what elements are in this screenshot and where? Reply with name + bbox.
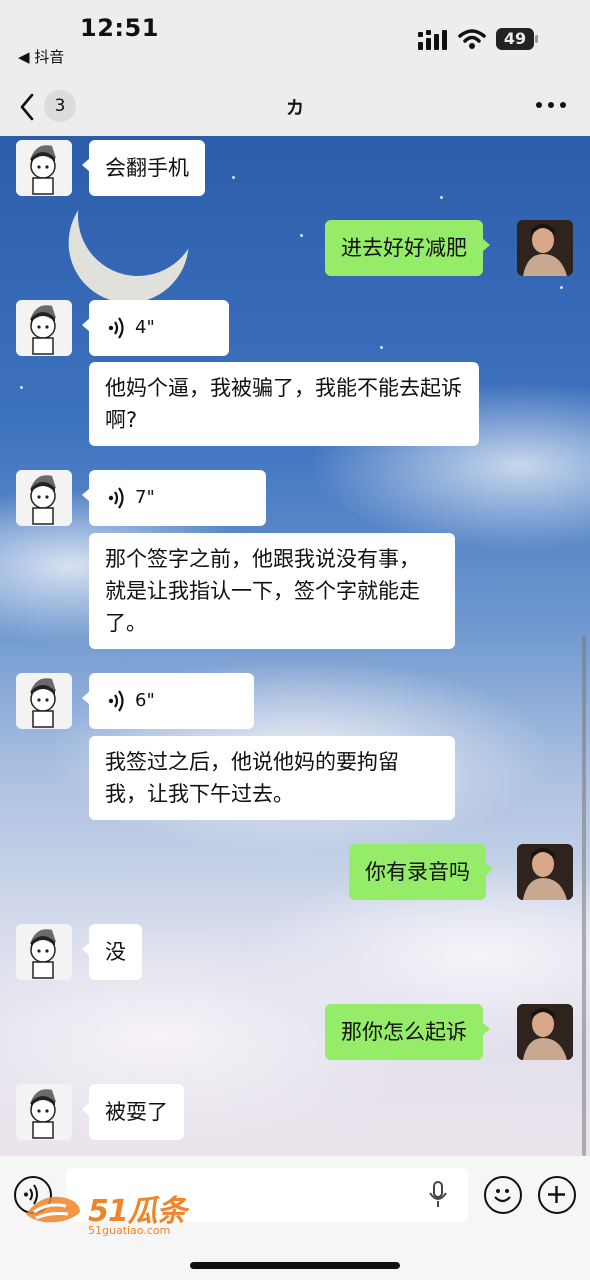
message-text: 他妈个逼，我被骗了，我能不能去起诉啊? (105, 376, 462, 432)
message-text: 那个签字之前，他跟我说没有事，就是让我指认一下，签个字就能走了。 (105, 547, 420, 635)
voice-message-bubble[interactable]: 6" (82, 673, 254, 729)
bubble-tail (482, 1022, 490, 1036)
cartoon-boy-avatar-icon (16, 924, 72, 980)
message-text: 没 (105, 940, 126, 964)
watermark-fish-icon (26, 1196, 80, 1223)
plus-icon (548, 1186, 565, 1203)
contact-avatar[interactable] (16, 300, 72, 356)
watermark-logo: 51瓜条 51guatiao.com (22, 1186, 212, 1240)
message-bubble-mine[interactable]: 进去好好减肥 (325, 220, 490, 276)
bubble-tail (82, 1102, 90, 1116)
bubble-tail (82, 158, 90, 172)
message-bubble[interactable]: 那个签字之前，他跟我说没有事，就是让我指认一下，签个字就能走了。 (89, 533, 455, 649)
message-text: 进去好好减肥 (341, 236, 467, 260)
star-decoration (560, 286, 563, 289)
home-indicator[interactable] (190, 1262, 400, 1269)
bubble-tail (82, 318, 90, 332)
message-bubble[interactable]: 被耍了 (82, 1084, 184, 1140)
star-decoration (380, 346, 383, 349)
contact-avatar[interactable] (16, 140, 72, 196)
voice-message-bubble[interactable]: 7" (82, 470, 266, 526)
message-bubble[interactable]: 他妈个逼，我被骗了，我能不能去起诉啊? (89, 362, 479, 446)
wifi-icon (458, 29, 486, 49)
scrollbar[interactable] (582, 636, 586, 1156)
star-decoration (300, 234, 303, 237)
emoji-button[interactable] (484, 1176, 522, 1214)
voice-duration: 6" (135, 690, 155, 711)
star-decoration (232, 176, 235, 179)
bubble-tail (82, 942, 90, 956)
more-functions-button[interactable] (538, 1176, 576, 1214)
voice-duration: 7" (135, 487, 155, 508)
my-avatar[interactable] (517, 220, 573, 276)
message-bubble-mine[interactable]: 你有录音吗 (349, 844, 493, 900)
profile-photo-icon (517, 220, 573, 276)
message-text: 你有录音吗 (365, 860, 470, 884)
cellular-signal-icon (418, 30, 447, 50)
bubble-tail (485, 862, 493, 876)
my-avatar[interactable] (517, 844, 573, 900)
star-decoration (20, 386, 23, 389)
contact-avatar[interactable] (16, 470, 72, 526)
cartoon-boy-avatar-icon (16, 140, 72, 196)
back-to-app-link[interactable]: ◀ 抖音 (18, 46, 64, 67)
voice-wave-icon (108, 487, 124, 509)
more-options-button[interactable] (536, 100, 566, 110)
message-text: 我签过之后，他说他妈的要拘留我，让我下午过去。 (105, 750, 399, 806)
message-bubble[interactable]: 没 (82, 924, 142, 980)
message-bubble[interactable]: 我签过之后，他说他妈的要拘留我，让我下午过去。 (89, 736, 455, 820)
cartoon-boy-avatar-icon (16, 1084, 72, 1140)
emoji-icon (494, 1189, 511, 1203)
dot-icon (548, 102, 554, 108)
battery-level: 49 (496, 28, 534, 50)
voice-wave-icon (108, 690, 124, 712)
battery-indicator: 49 (496, 28, 540, 52)
voice-message-bubble[interactable]: 4" (82, 300, 229, 356)
microphone-icon[interactable] (428, 1181, 448, 1209)
voice-duration: 4" (135, 317, 155, 338)
bubble-tail (482, 238, 490, 252)
status-bar: 12:51 ◀ 抖音 49 (0, 0, 590, 74)
message-text: 那你怎么起诉 (341, 1020, 467, 1044)
chat-header: 3 カ (0, 74, 590, 136)
message-text: 被耍了 (105, 1100, 168, 1124)
status-time: 12:51 (80, 14, 159, 42)
contact-avatar[interactable] (16, 673, 72, 729)
profile-photo-icon (517, 844, 573, 900)
dot-icon (560, 102, 566, 108)
contact-avatar[interactable] (16, 924, 72, 980)
message-text: 会翻手机 (105, 156, 189, 180)
chat-message-list[interactable]: 会翻手机 进去好好减肥 4" 他妈个逼，我被骗了，我能不能去起诉啊? 7" 那个… (0, 136, 590, 1156)
bubble-tail (82, 488, 90, 502)
my-avatar[interactable] (517, 1004, 573, 1060)
profile-photo-icon (517, 1004, 573, 1060)
message-bubble-mine[interactable]: 那你怎么起诉 (325, 1004, 490, 1060)
voice-wave-icon (108, 317, 124, 339)
star-decoration (440, 196, 443, 199)
battery-tip (535, 35, 538, 43)
cartoon-boy-avatar-icon (16, 673, 72, 729)
watermark-url: 51guatiao.com (88, 1224, 171, 1237)
cartoon-boy-avatar-icon (16, 300, 72, 356)
cartoon-boy-avatar-icon (16, 470, 72, 526)
chat-title: カ (286, 98, 304, 119)
contact-avatar[interactable] (16, 1084, 72, 1140)
bubble-tail (82, 691, 90, 705)
dot-icon (536, 102, 542, 108)
message-bubble[interactable]: 会翻手机 (82, 140, 205, 196)
